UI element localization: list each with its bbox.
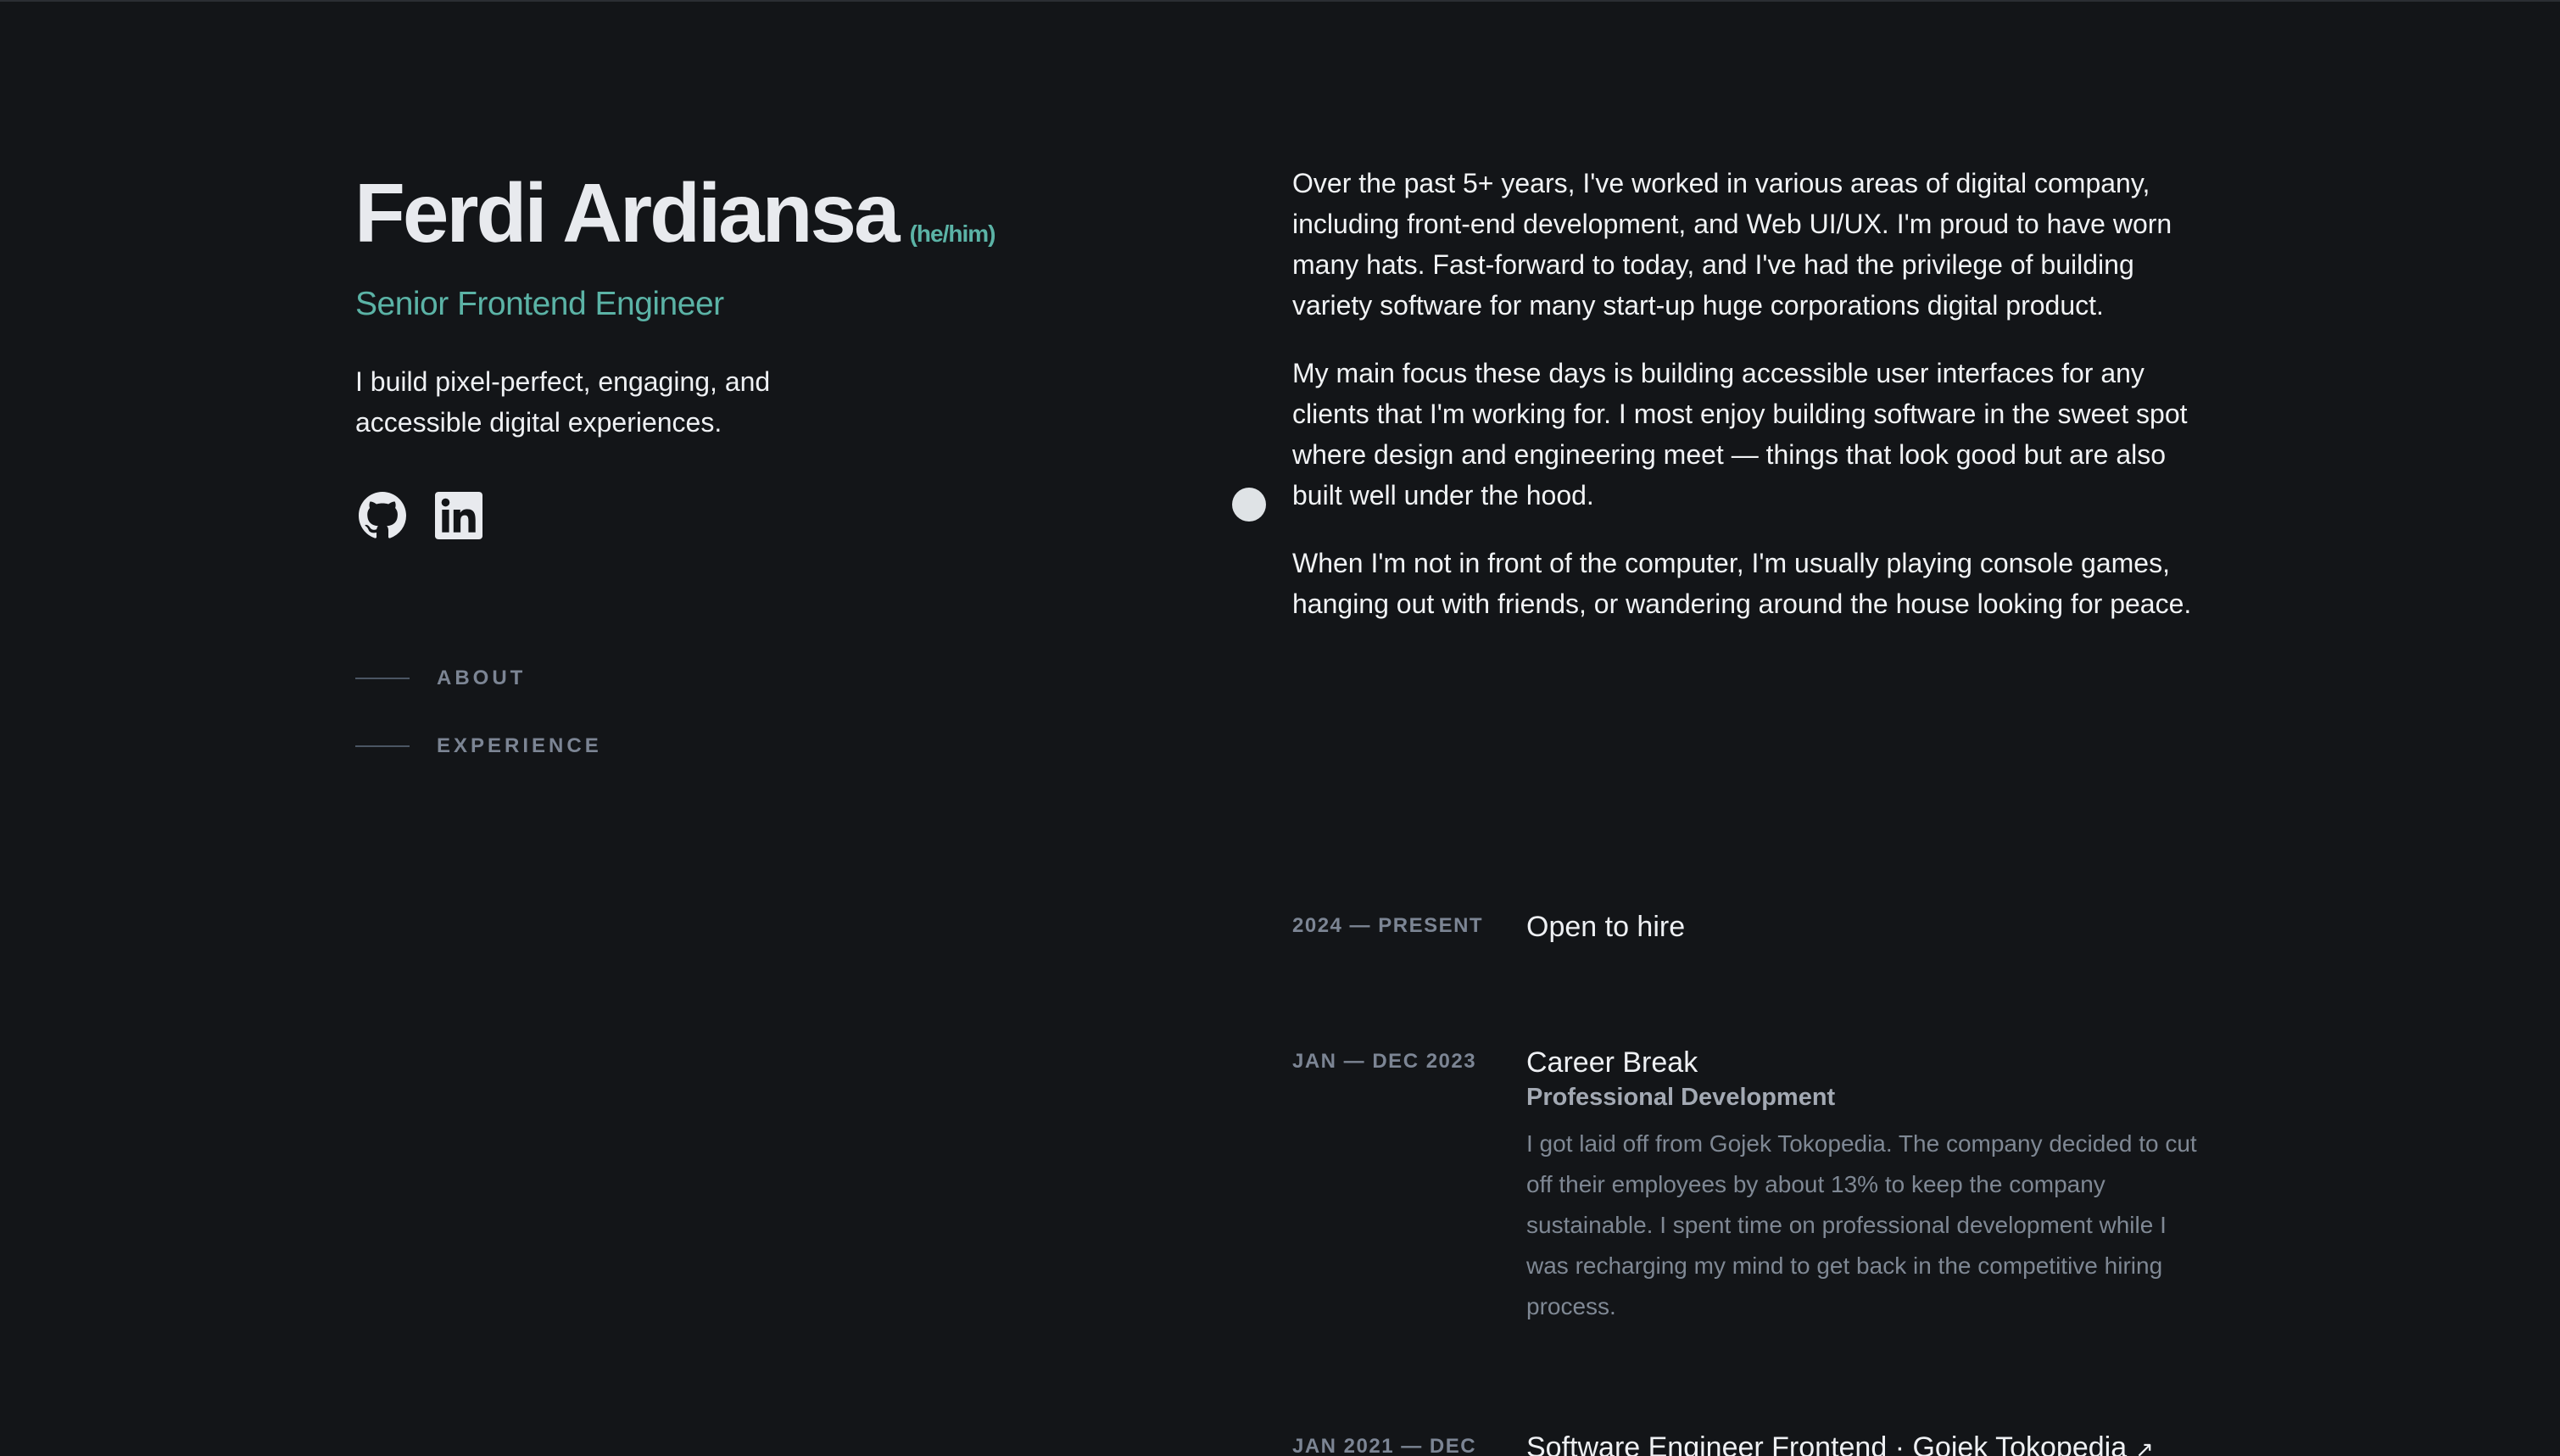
job-title: Senior Frontend Engineer bbox=[355, 286, 724, 322]
nav-item-label: EXPERIENCE bbox=[437, 734, 602, 757]
experience-date: JAN 2021 — DEC bbox=[1292, 1435, 1477, 1456]
pronouns: (he/him) bbox=[909, 220, 996, 247]
experience-title: Career Break bbox=[1526, 1046, 1698, 1079]
github-link[interactable] bbox=[359, 492, 406, 539]
experience-title: Software Engineer Frontend · Gojek Tokop… bbox=[1526, 1431, 2128, 1456]
nav-item-label: ABOUT bbox=[437, 667, 527, 689]
top-border bbox=[0, 0, 2560, 2]
nav-indicator-line bbox=[355, 678, 410, 679]
nav-indicator-line bbox=[355, 745, 410, 747]
experience-title: Open to hire bbox=[1526, 911, 1686, 943]
about-paragraph: Over the past 5+ years, I've worked in v… bbox=[1292, 168, 2172, 321]
experience-title-link[interactable]: Software Engineer Frontend · Gojek Tokop… bbox=[1526, 1430, 2205, 1456]
page-title: Ferdi Ardiansa bbox=[354, 166, 901, 259]
nav-item-experience[interactable]: EXPERIENCE bbox=[355, 734, 602, 758]
github-icon bbox=[359, 492, 406, 539]
linkedin-link[interactable] bbox=[435, 492, 482, 539]
cursor-spotlight-dot bbox=[1232, 488, 1266, 522]
experience-date: 2024 — PRESENT bbox=[1292, 914, 1484, 937]
tagline: I build pixel-perfect, engaging, and acc… bbox=[355, 366, 771, 438]
linkedin-icon bbox=[435, 492, 482, 539]
external-link-arrow-icon: ↗ bbox=[2135, 1436, 2154, 1456]
experience-subtitle: Professional Development bbox=[1526, 1084, 1836, 1111]
experience-description: I got laid off from Gojek Tokopedia. The… bbox=[1526, 1130, 2197, 1319]
about-paragraph: When I'm not in front of the computer, I… bbox=[1292, 548, 2192, 619]
about-section: Over the past 5+ years, I've worked in v… bbox=[1292, 163, 2208, 651]
nav-item-about[interactable]: ABOUT bbox=[355, 667, 526, 690]
about-paragraph: My main focus these days is building acc… bbox=[1292, 358, 2188, 510]
experience-date: JAN — DEC 2023 bbox=[1292, 1050, 1477, 1073]
header-name-row: Ferdi Ardiansa (he/him) bbox=[354, 166, 996, 259]
